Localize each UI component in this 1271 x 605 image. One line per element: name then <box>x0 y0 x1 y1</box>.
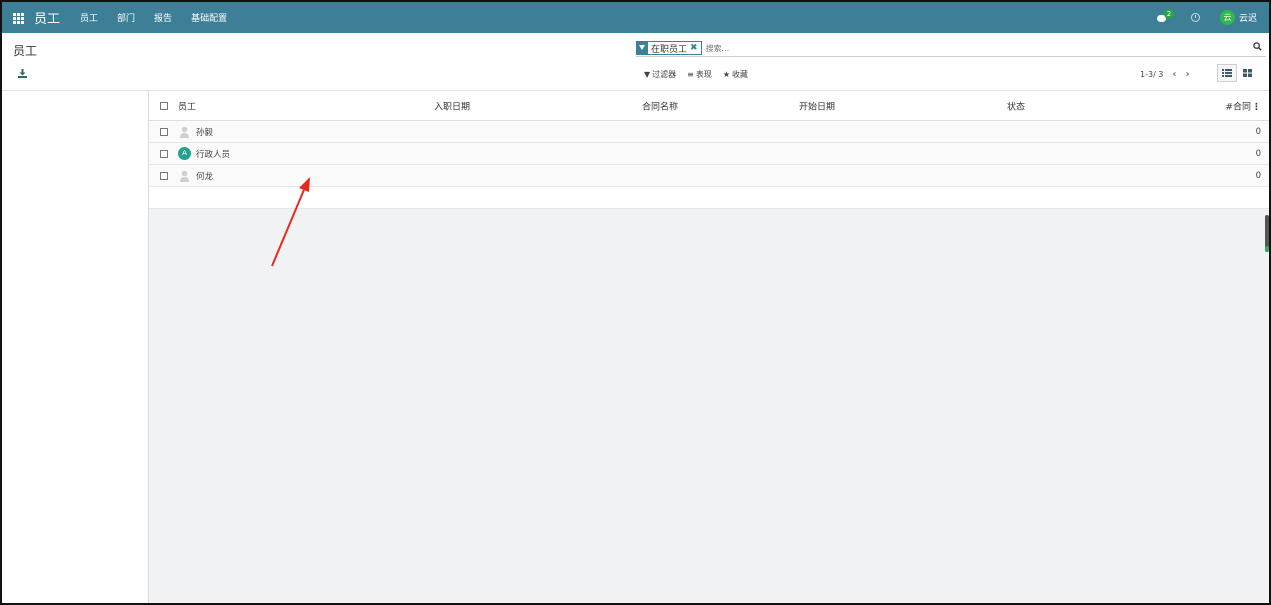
filter-icon: ▼ <box>644 70 651 79</box>
table-row[interactable]: A 行政人员 0 <box>149 143 1269 165</box>
row-checkbox[interactable] <box>160 149 168 158</box>
group-by-button[interactable]: ≡ 表现 <box>687 69 712 80</box>
list-view-button[interactable] <box>1217 64 1237 82</box>
menu-item-configuration[interactable]: 基础配置 <box>191 11 227 24</box>
filter-icon <box>637 42 648 54</box>
list-icon <box>1222 69 1232 77</box>
star-icon: ★ <box>722 70 731 79</box>
menu-item-departments[interactable]: 部门 <box>117 11 135 24</box>
search-facet: 在职员工 ✖ <box>636 41 702 55</box>
user-name[interactable]: 云迟 <box>1239 11 1257 24</box>
contract-count: 0 <box>1255 126 1261 137</box>
chat-button[interactable]: 2 <box>1156 8 1174 25</box>
empty-row <box>149 187 1269 209</box>
menu-item-reports[interactable]: 报告 <box>154 11 172 24</box>
group-by-label: 表现 <box>695 70 712 79</box>
employee-name: 行政人员 <box>196 149 231 160</box>
pager: 1-3/ 3 ‹ › <box>1140 69 1190 80</box>
row-checkbox[interactable] <box>160 171 168 180</box>
navbar-systray: 2 云 云迟 <box>1156 8 1269 25</box>
scrollbar[interactable] <box>1265 215 1269 252</box>
column-status[interactable]: 状态 <box>1007 99 1025 112</box>
column-contract-name[interactable]: 合同名称 <box>642 99 678 112</box>
row-checkbox[interactable] <box>160 127 168 136</box>
employee-name: 何龙 <box>196 171 214 182</box>
kanban-view-button[interactable] <box>1237 64 1257 82</box>
search-options: ▼ 过滤器 ≡ 表现 ★ 收藏 <box>644 69 759 80</box>
top-navbar: 员工 员工 部门 报告 基础配置 2 云 云迟 <box>2 2 1269 33</box>
facet-label: 在职员工 <box>651 44 688 55</box>
avatar: A <box>178 147 191 160</box>
contract-count: 0 <box>1255 170 1261 181</box>
filters-button[interactable]: ▼ 过滤器 <box>644 69 676 80</box>
chevron-right-icon[interactable]: › <box>1186 69 1190 80</box>
select-all-checkbox[interactable] <box>160 101 168 110</box>
menu-item-employees[interactable]: 员工 <box>80 11 98 24</box>
user-avatar[interactable]: 云 <box>1219 10 1235 25</box>
download-icon[interactable] <box>18 69 27 78</box>
kanban-icon <box>1242 69 1252 77</box>
list-header: 员工 入职日期 合同名称 开始日期 状态 #合同⋮ <box>149 91 1269 121</box>
user-placeholder-icon <box>180 126 189 138</box>
search-icon[interactable] <box>1253 42 1262 51</box>
app-window: 员工 员工 部门 报告 基础配置 2 云 云迟 员工 在职员工 ✖ 搜索... … <box>0 0 1271 605</box>
left-sidebar <box>2 91 149 603</box>
activity-clock-icon[interactable] <box>1190 13 1200 22</box>
facet-remove-icon[interactable]: ✖ <box>690 43 701 53</box>
favorites-label: 收藏 <box>732 70 749 79</box>
view-switcher <box>1217 64 1257 82</box>
column-employee[interactable]: 员工 <box>178 99 196 112</box>
chat-badge: 2 <box>1163 8 1174 19</box>
list-view-area: 员工 入职日期 合同名称 开始日期 状态 #合同⋮ 孙毅 0 A 行政人员 0 … <box>149 91 1269 603</box>
column-contract-count[interactable]: #合同⋮ <box>1225 99 1261 112</box>
pager-value[interactable]: 1-3/ 3 <box>1140 70 1163 79</box>
column-start-date[interactable]: 开始日期 <box>799 99 835 112</box>
table-row[interactable]: 孙毅 0 <box>149 121 1269 143</box>
chevron-left-icon[interactable]: ‹ <box>1172 69 1176 80</box>
employee-list: 员工 入职日期 合同名称 开始日期 状态 #合同⋮ 孙毅 0 A 行政人员 0 … <box>149 91 1269 209</box>
control-panel: 员工 在职员工 ✖ ▼ 过滤器 ≡ 表现 <box>2 33 1269 91</box>
app-brand[interactable]: 员工 <box>34 8 60 27</box>
column-options-icon[interactable]: ⋮ <box>1252 102 1261 112</box>
search-input[interactable] <box>705 43 1206 53</box>
employee-name: 孙毅 <box>196 127 214 138</box>
bars-icon: ≡ <box>687 70 694 79</box>
column-hire-date[interactable]: 入职日期 <box>434 99 470 112</box>
apps-grid-icon[interactable] <box>13 12 25 24</box>
search-bar: 在职员工 ✖ <box>636 40 1266 57</box>
table-row[interactable]: 何龙 0 <box>149 165 1269 187</box>
contract-count: 0 <box>1255 148 1261 159</box>
favorites-button[interactable]: ★ 收藏 <box>723 69 748 80</box>
main-menu: 员工 部门 报告 基础配置 <box>80 11 246 24</box>
page-title: 员工 <box>13 44 38 58</box>
column-contract-count-label: #合同 <box>1225 102 1251 112</box>
user-placeholder-icon <box>180 170 189 182</box>
filters-label: 过滤器 <box>652 70 677 79</box>
